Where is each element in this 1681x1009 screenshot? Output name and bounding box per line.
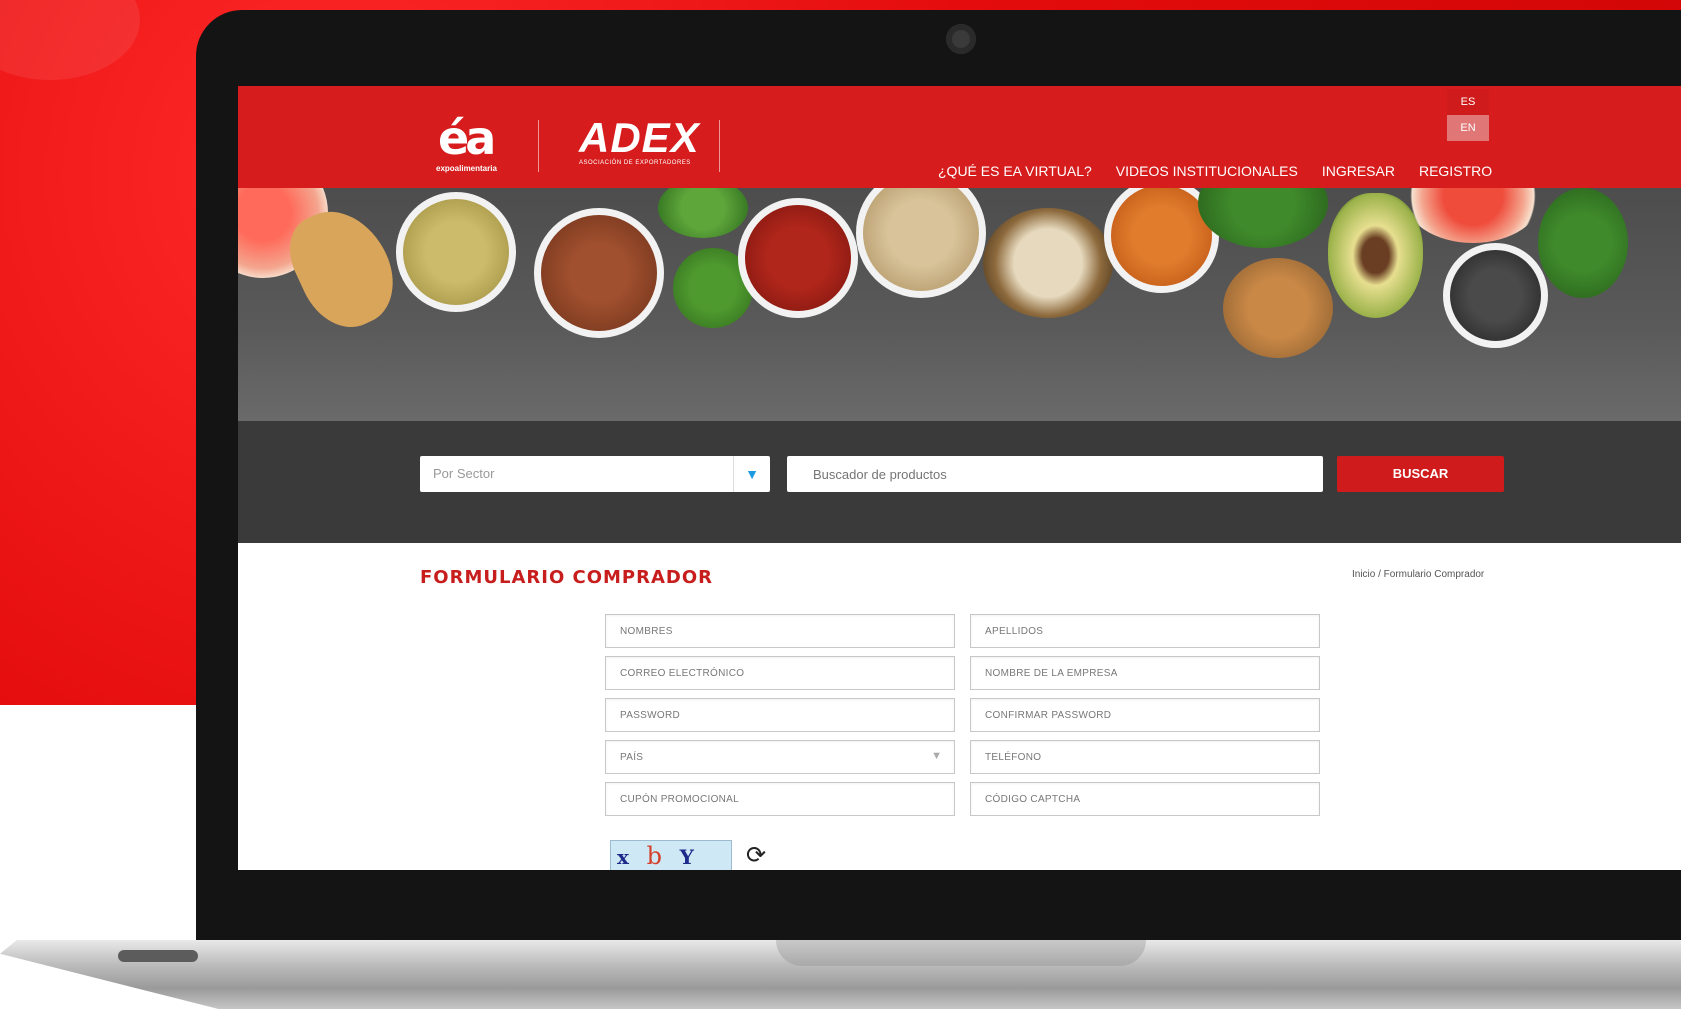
page-title: FORMULARIO COMPRADOR	[420, 567, 714, 588]
expoalimentaria-logo[interactable]: éa expoalimentaria	[436, 110, 516, 180]
search-button[interactable]: BUSCAR	[1337, 456, 1504, 492]
logo-ea-subtitle: expoalimentaria	[436, 164, 497, 173]
captcha-char: x	[617, 845, 629, 869]
refresh-captcha-icon[interactable]: ⟳	[746, 841, 766, 870]
last-name-field[interactable]: APELLIDOS	[970, 614, 1320, 648]
field-placeholder: APELLIDOS	[985, 626, 1044, 637]
chevron-down-icon: ▼	[931, 750, 942, 762]
nav-videos-institucionales[interactable]: VIDEOS INSTITUCIONALES	[1116, 163, 1298, 179]
company-name-field[interactable]: NOMBRE DE LA EMPRESA	[970, 656, 1320, 690]
nav-registro[interactable]: REGISTRO	[1419, 163, 1492, 179]
captcha-code-field[interactable]: CÓDIGO CAPTCHA	[970, 782, 1320, 816]
laptop-notch	[776, 940, 1146, 966]
field-placeholder: CORREO ELECTRÓNICO	[620, 668, 745, 679]
field-placeholder: NOMBRES	[620, 626, 673, 637]
nav-ingresar[interactable]: INGRESAR	[1322, 163, 1395, 179]
logo-adex-word: ADEX	[579, 114, 700, 161]
captcha-char: Y	[679, 845, 694, 869]
bowl-beans	[534, 208, 664, 338]
promo-coupon-field[interactable]: CUPÓN PROMOCIONAL	[605, 782, 955, 816]
logo-ea-mark: éa	[438, 111, 496, 165]
confirm-password-field[interactable]: CONFIRMAR PASSWORD	[970, 698, 1320, 732]
field-placeholder: TELÉFONO	[985, 752, 1042, 763]
nav-que-es-ea-virtual[interactable]: ¿QUÉ ES EA VIRTUAL?	[938, 163, 1092, 179]
sector-select[interactable]: Por Sector ▼	[420, 456, 770, 492]
bowl-chia-seeds	[1443, 243, 1548, 348]
captcha-image: x b Y g	[610, 840, 732, 870]
logo-adex-subtitle: ASOCIACIÓN DE EXPORTADORES	[579, 160, 691, 166]
logo-divider	[719, 120, 720, 172]
password-field[interactable]: PASSWORD	[605, 698, 955, 732]
site-header: éa expoalimentaria ADEX ASOCIACIÓN DE EX…	[238, 86, 1681, 188]
bowl-pumpkin-seeds	[396, 192, 516, 312]
laptop-slot	[118, 950, 198, 962]
broccoli-shape	[658, 188, 748, 238]
logo-divider	[538, 120, 539, 172]
laptop-camera	[946, 24, 976, 54]
bowl-almonds	[1223, 258, 1333, 358]
phone-field[interactable]: TELÉFONO	[970, 740, 1320, 774]
broccoli-shape	[1538, 188, 1628, 298]
field-placeholder: CUPÓN PROMOCIONAL	[620, 794, 740, 805]
breadcrumb[interactable]: Inicio / Formulario Comprador	[1352, 569, 1484, 580]
chevron-down-icon: ▼	[733, 456, 770, 492]
search-band: Por Sector ▼ BUSCAR	[238, 421, 1681, 543]
bowl-chickpeas	[856, 188, 986, 298]
hero-banner-image	[238, 188, 1681, 421]
field-placeholder: PAÍS	[620, 752, 644, 763]
bowl-goji-berries	[738, 198, 858, 318]
adex-logo[interactable]: ADEX ASOCIACIÓN DE EXPORTADORES	[579, 114, 700, 167]
grapefruit-shape	[1403, 188, 1543, 243]
country-select[interactable]: PAÍS ▼	[605, 740, 955, 774]
first-name-field[interactable]: NOMBRES	[605, 614, 955, 648]
email-field[interactable]: CORREO ELECTRÓNICO	[605, 656, 955, 690]
language-en-button[interactable]: EN	[1447, 115, 1489, 141]
sector-select-placeholder: Por Sector	[433, 466, 495, 481]
main-nav: ¿QUÉ ES EA VIRTUAL? VIDEOS INSTITUCIONAL…	[938, 163, 1492, 179]
field-placeholder: PASSWORD	[620, 710, 680, 721]
bowl-quinoa	[983, 208, 1113, 318]
laptop-screen: éa expoalimentaria ADEX ASOCIACIÓN DE EX…	[238, 86, 1681, 870]
language-es-button[interactable]: ES	[1447, 89, 1489, 115]
captcha-char: b	[646, 842, 662, 870]
field-placeholder: CÓDIGO CAPTCHA	[985, 794, 1081, 805]
field-placeholder: NOMBRE DE LA EMPRESA	[985, 668, 1118, 679]
product-search-input[interactable]	[787, 456, 1323, 492]
form-section: FORMULARIO COMPRADOR Inicio / Formulario…	[238, 543, 1681, 870]
field-placeholder: CONFIRMAR PASSWORD	[985, 710, 1112, 721]
